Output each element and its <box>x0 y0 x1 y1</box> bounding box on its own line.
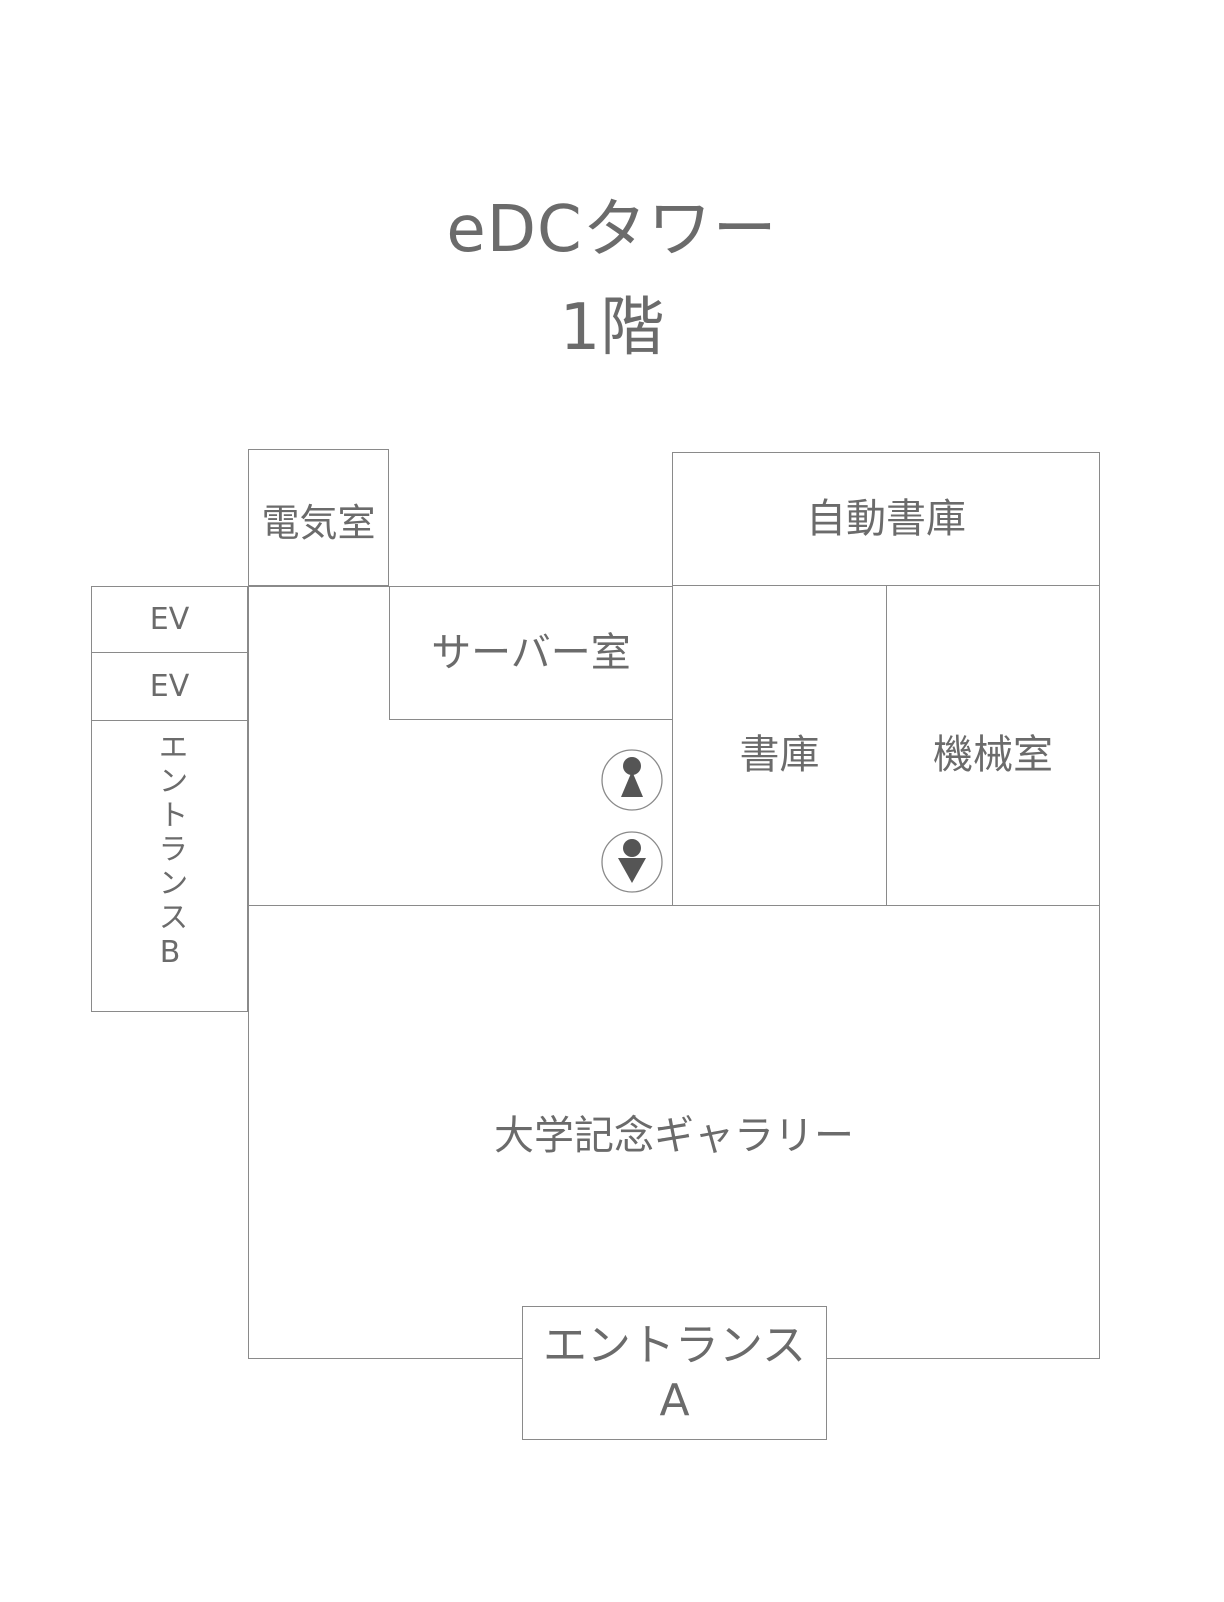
elevator-2[interactable]: EV <box>91 652 248 721</box>
room-gallery[interactable]: 大学記念ギャラリー <box>248 905 1100 1359</box>
room-machine-label: 機械室 <box>933 732 1053 778</box>
floor-label: 1階 <box>559 291 665 365</box>
room-server[interactable]: サーバー室 <box>389 586 673 720</box>
room-library-label: 書庫 <box>739 732 820 778</box>
elevator-1[interactable]: EV <box>91 586 248 653</box>
room-auto-library[interactable]: 自動書庫 <box>672 452 1100 586</box>
room-gallery-label: 大学記念ギャラリー <box>494 1113 854 1159</box>
room-library[interactable]: 書庫 <box>672 585 887 906</box>
room-auto-library-label: 自動書庫 <box>806 496 966 542</box>
room-server-label: サーバー室 <box>431 630 631 676</box>
entrance-a-label-line1: エントランス <box>542 1320 807 1371</box>
entrance-a-label-line2: A <box>659 1375 690 1426</box>
entrance-b-label: エントランスB <box>152 731 188 974</box>
page-title: eDCタワー <box>446 193 778 267</box>
entrance-a[interactable]: エントランス A <box>522 1306 827 1440</box>
room-machine[interactable]: 機械室 <box>886 585 1100 906</box>
elevator-1-label: EV <box>149 601 190 637</box>
restroom-men-icon[interactable] <box>601 831 663 893</box>
entrance-b[interactable]: エントランスB <box>91 720 248 1012</box>
restroom-women-icon[interactable] <box>601 749 663 811</box>
room-electrical[interactable]: 電気室 <box>248 449 389 586</box>
elevator-2-label: EV <box>149 668 190 704</box>
room-electrical-label: 電気室 <box>261 501 376 545</box>
